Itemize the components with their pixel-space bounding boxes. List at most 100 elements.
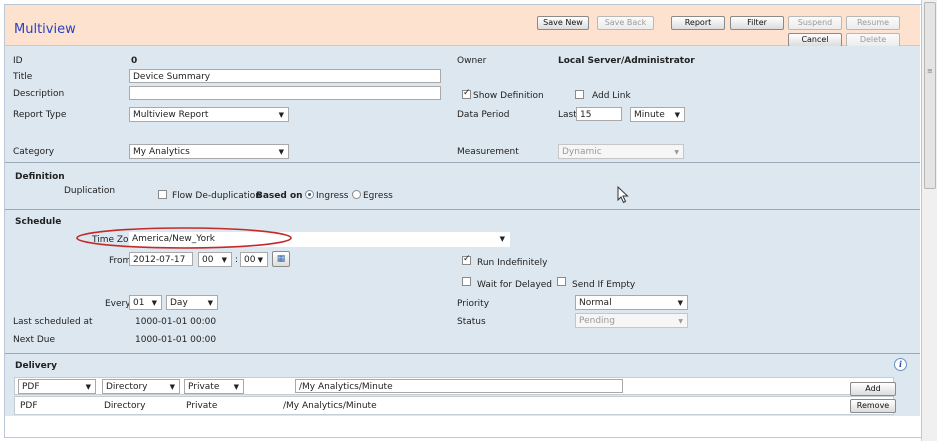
category-value: My Analytics	[133, 147, 190, 157]
report-type-select[interactable]: Multiview Report ▼	[129, 107, 289, 122]
flow-dedup-checkbox[interactable]	[158, 190, 167, 199]
chevron-down-icon: ▼	[674, 149, 679, 156]
report-type-value: Multiview Report	[133, 110, 209, 120]
section-divider	[5, 162, 920, 163]
every-value: 01	[133, 298, 145, 308]
egress-radio[interactable]	[352, 190, 361, 199]
title-input[interactable]: Device Summary	[129, 69, 441, 83]
from-hour-select[interactable]: 00 ▼	[198, 252, 232, 267]
status-value: Pending	[579, 316, 615, 326]
run-indefinitely-checkbox[interactable]	[462, 254, 471, 265]
id-label: ID	[13, 56, 23, 66]
time-separator: :	[235, 255, 239, 265]
page-title: Multiview	[14, 22, 76, 37]
wait-for-delayed-checkbox[interactable]	[462, 277, 471, 286]
chevron-down-icon: ▼	[678, 318, 683, 325]
every-unit-select[interactable]: Day ▼	[166, 295, 218, 310]
from-hour-value: 00	[202, 255, 214, 265]
delivery-heading: Delivery	[15, 361, 58, 371]
delivery-row-visibility: Private	[186, 401, 218, 411]
delivery-method-value: Directory	[106, 382, 148, 392]
scrollbar-thumb[interactable]: ≡	[924, 2, 936, 189]
delivery-format-select[interactable]: PDF ▼	[18, 379, 96, 394]
chevron-down-icon: ▼	[169, 383, 175, 391]
chevron-down-icon: ▼	[499, 235, 505, 243]
delivery-visibility-value: Private	[188, 382, 220, 392]
highlight-oval	[76, 227, 292, 249]
delivery-visibility-select[interactable]: Private ▼	[184, 379, 244, 394]
delivery-row	[14, 396, 894, 415]
next-due-label: Next Due	[13, 335, 55, 345]
priority-select[interactable]: Normal ▼	[575, 295, 688, 310]
report-button[interactable]: Report	[671, 16, 725, 30]
data-period-unit-select[interactable]: Minute ▼	[630, 107, 685, 122]
based-on-label: Based on	[256, 191, 303, 201]
send-if-empty-label: Send If Empty	[572, 280, 636, 290]
schedule-heading: Schedule	[15, 217, 62, 227]
mouse-pointer-icon	[617, 186, 629, 204]
calendar-button[interactable]: ▦	[272, 251, 290, 267]
filter-button[interactable]: Filter	[730, 16, 784, 30]
flow-dedup-label: Flow De-duplication	[172, 191, 261, 201]
resume-button[interactable]: Resume	[846, 16, 900, 30]
delivery-row-path: /My Analytics/Minute	[283, 401, 377, 411]
measurement-select[interactable]: Dynamic ▼	[558, 144, 684, 159]
delivery-method-select[interactable]: Directory ▼	[102, 379, 180, 394]
chevron-down-icon: ▼	[233, 383, 239, 391]
delivery-format-value: PDF	[22, 382, 40, 392]
ingress-radio[interactable]	[305, 190, 314, 199]
remove-delivery-button[interactable]: Remove	[850, 399, 896, 413]
chevron-down-icon: ▼	[151, 299, 157, 307]
every-label: Every	[105, 299, 131, 309]
category-select[interactable]: My Analytics ▼	[129, 144, 289, 159]
chevron-down-icon: ▼	[221, 256, 227, 264]
section-divider	[5, 353, 920, 354]
report-type-label: Report Type	[13, 110, 67, 120]
save-back-button[interactable]: Save Back	[597, 16, 654, 30]
every-value-select[interactable]: 01 ▼	[129, 295, 162, 310]
from-label: From	[109, 256, 132, 266]
chevron-down-icon: ▼	[674, 111, 680, 119]
status-label: Status	[457, 317, 486, 327]
description-input[interactable]	[129, 86, 441, 100]
from-minute-value: 00	[244, 255, 256, 265]
section-divider	[5, 209, 920, 210]
from-date-input[interactable]: 2012-07-17	[129, 252, 193, 266]
info-icon[interactable]: i	[894, 358, 907, 371]
title-label: Title	[13, 72, 33, 82]
add-link-label: Add Link	[592, 91, 631, 101]
description-label: Description	[13, 89, 65, 99]
owner-label: Owner	[457, 56, 487, 66]
chevron-down-icon: ▼	[207, 299, 213, 307]
from-minute-select[interactable]: 00 ▼	[240, 252, 268, 267]
measurement-label: Measurement	[457, 147, 519, 157]
chevron-down-icon: ▼	[677, 299, 683, 307]
delete-button[interactable]: Delete	[846, 33, 900, 47]
delivery-row-format: PDF	[20, 401, 38, 411]
priority-label: Priority	[457, 299, 490, 309]
priority-value: Normal	[579, 298, 612, 308]
status-select[interactable]: Pending ▼	[575, 313, 688, 328]
measurement-value: Dynamic	[562, 147, 602, 157]
data-period-label: Data Period	[457, 110, 510, 120]
add-delivery-button[interactable]: Add	[850, 382, 896, 396]
send-if-empty-checkbox[interactable]	[557, 277, 566, 286]
cancel-button[interactable]: Cancel	[788, 33, 842, 47]
last-scheduled-value: 1000-01-01 00:00	[135, 317, 217, 327]
egress-label: Egress	[363, 191, 393, 201]
show-definition-label: Show Definition	[473, 91, 544, 101]
run-indefinitely-label: Run Indefinitely	[477, 258, 548, 268]
calendar-icon: ▦	[276, 254, 286, 264]
chevron-down-icon: ▼	[278, 111, 284, 119]
delivery-row-method: Directory	[104, 401, 146, 411]
data-period-unit-value: Minute	[634, 110, 665, 120]
duplication-label: Duplication	[64, 186, 116, 196]
delivery-path-input[interactable]: /My Analytics/Minute	[295, 379, 623, 393]
next-due-value: 1000-01-01 00:00	[135, 335, 217, 345]
data-period-input[interactable]: 15	[576, 107, 622, 121]
save-new-button[interactable]: Save New	[537, 16, 589, 30]
chevron-down-icon: ▼	[278, 148, 284, 156]
add-link-checkbox[interactable]	[575, 90, 584, 99]
show-definition-checkbox[interactable]	[462, 88, 471, 99]
suspend-button[interactable]: Suspend	[788, 16, 842, 30]
